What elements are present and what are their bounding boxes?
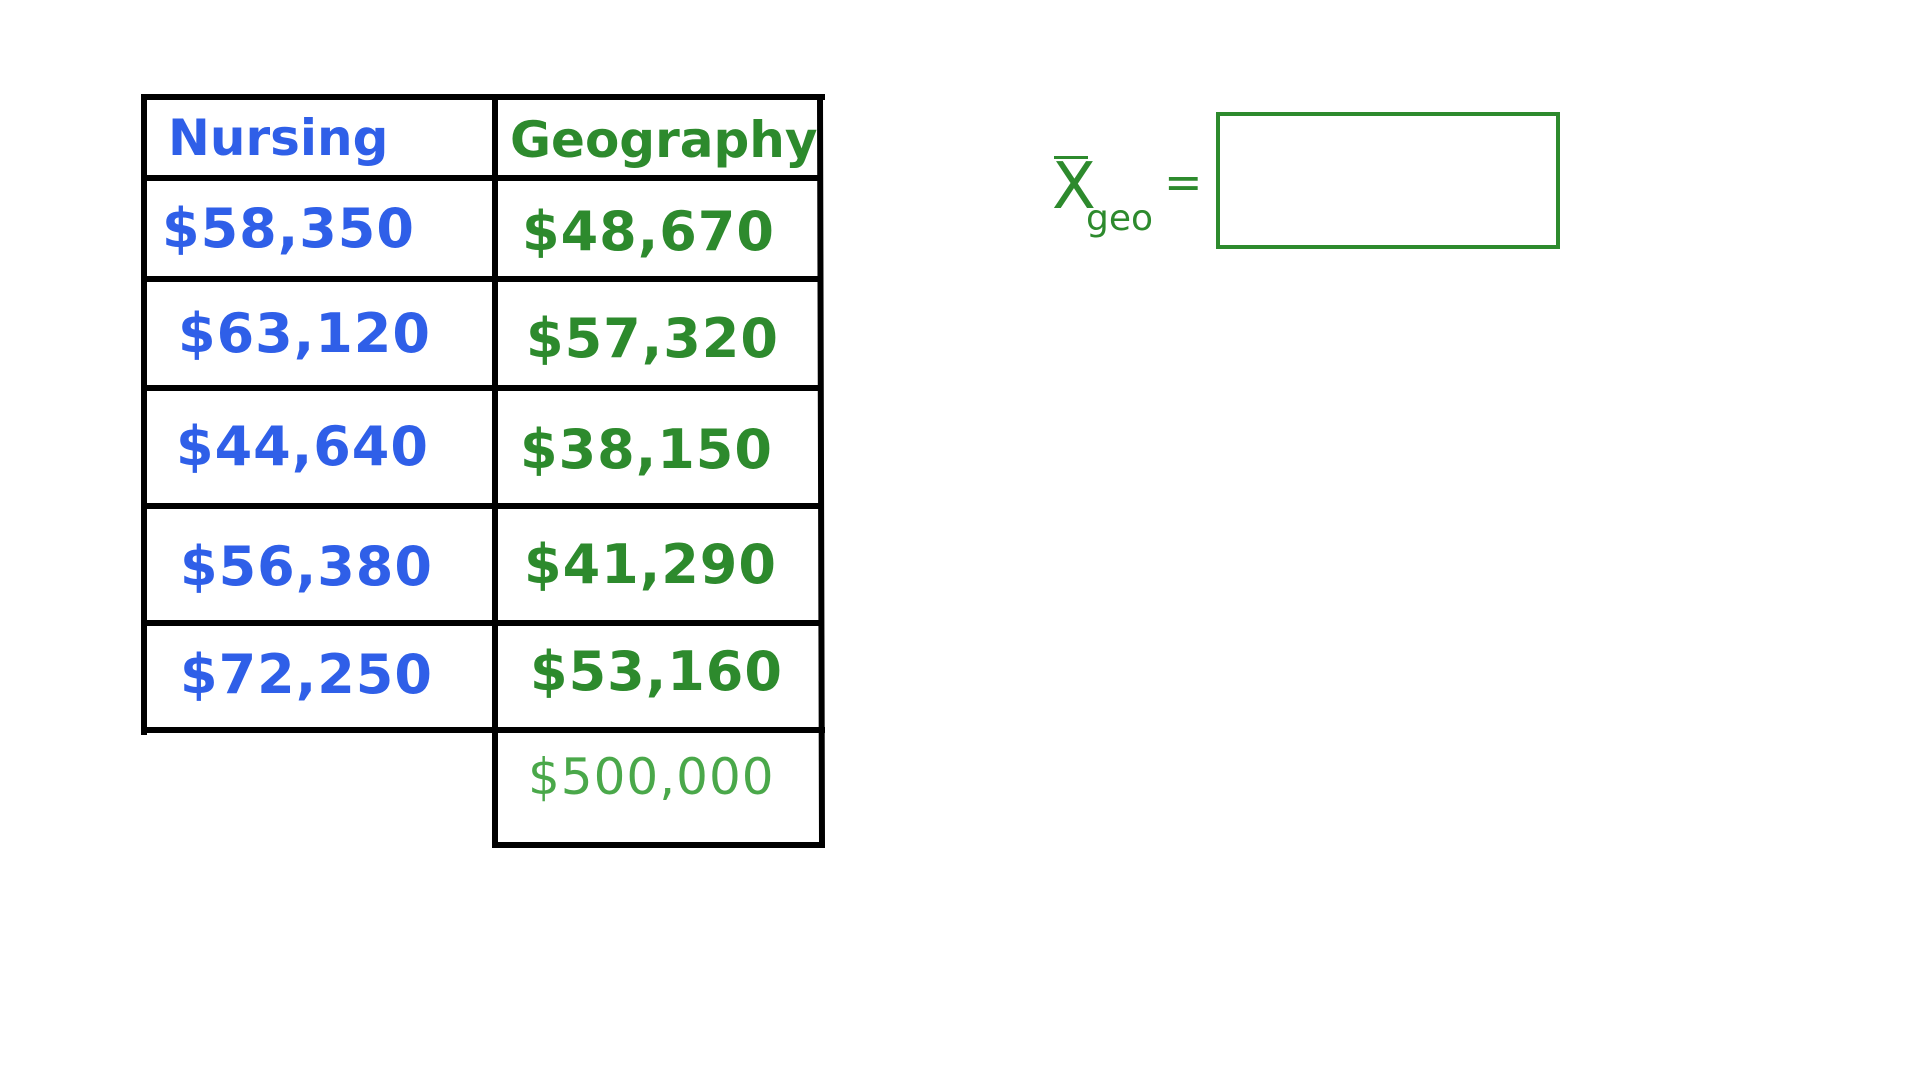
geography-value-4: $41,290 <box>524 533 777 596</box>
subscript-geo: geo <box>1086 198 1154 239</box>
nursing-value-1: $58,350 <box>162 197 415 260</box>
geography-value-outlier: $500,000 <box>528 748 775 806</box>
geography-value-2: $57,320 <box>526 307 779 370</box>
geography-value-1: $48,670 <box>522 200 775 263</box>
sample-mean-geography-formula: X geo = <box>1052 150 1203 239</box>
answer-box[interactable] <box>1216 112 1560 249</box>
geography-value-5: $53,160 <box>530 640 783 703</box>
header-nursing: Nursing <box>168 109 389 167</box>
nursing-value-2: $63,120 <box>178 302 431 365</box>
nursing-value-3: $44,640 <box>176 415 429 478</box>
nursing-value-5: $72,250 <box>180 643 433 706</box>
nursing-value-4: $56,380 <box>180 535 433 598</box>
whiteboard-canvas: Nursing Geography $58,350 $63,120 $44,64… <box>0 0 1920 1080</box>
geography-value-3: $38,150 <box>520 418 773 481</box>
equals-sign: = <box>1164 155 1203 209</box>
mean-bar <box>1054 156 1088 159</box>
header-geography: Geography <box>510 111 818 169</box>
